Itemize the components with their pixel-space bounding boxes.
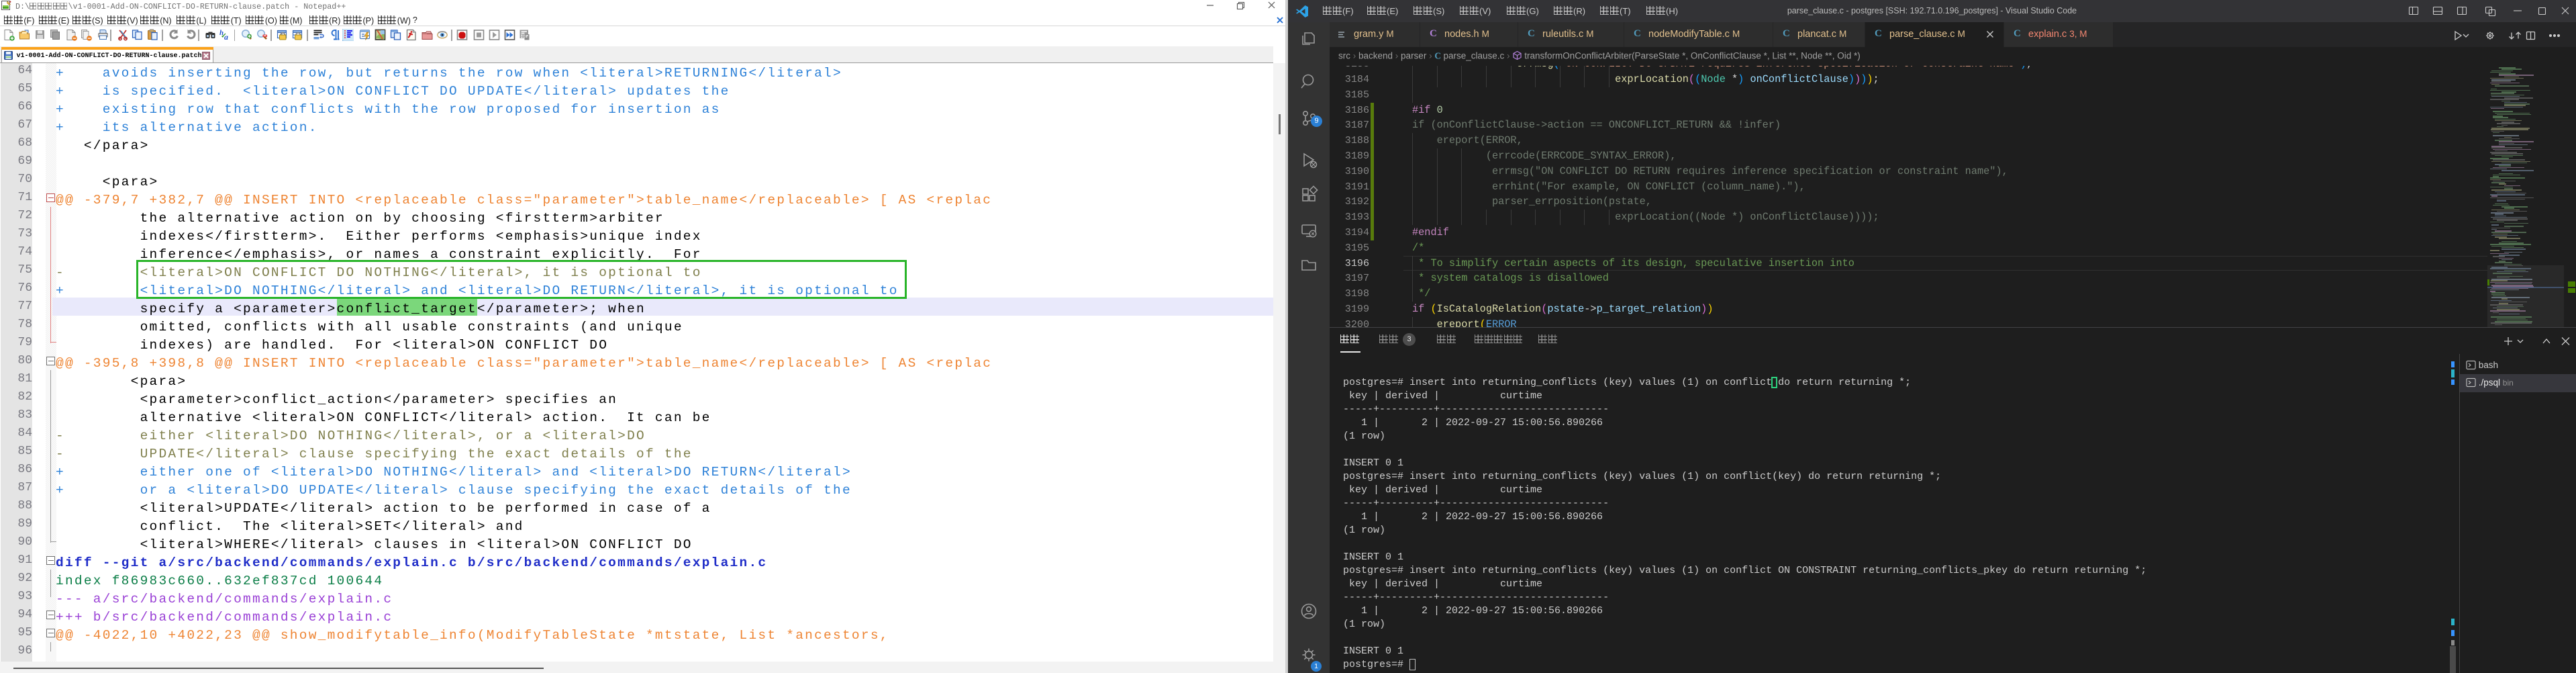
svg-text:a: a <box>224 32 228 41</box>
